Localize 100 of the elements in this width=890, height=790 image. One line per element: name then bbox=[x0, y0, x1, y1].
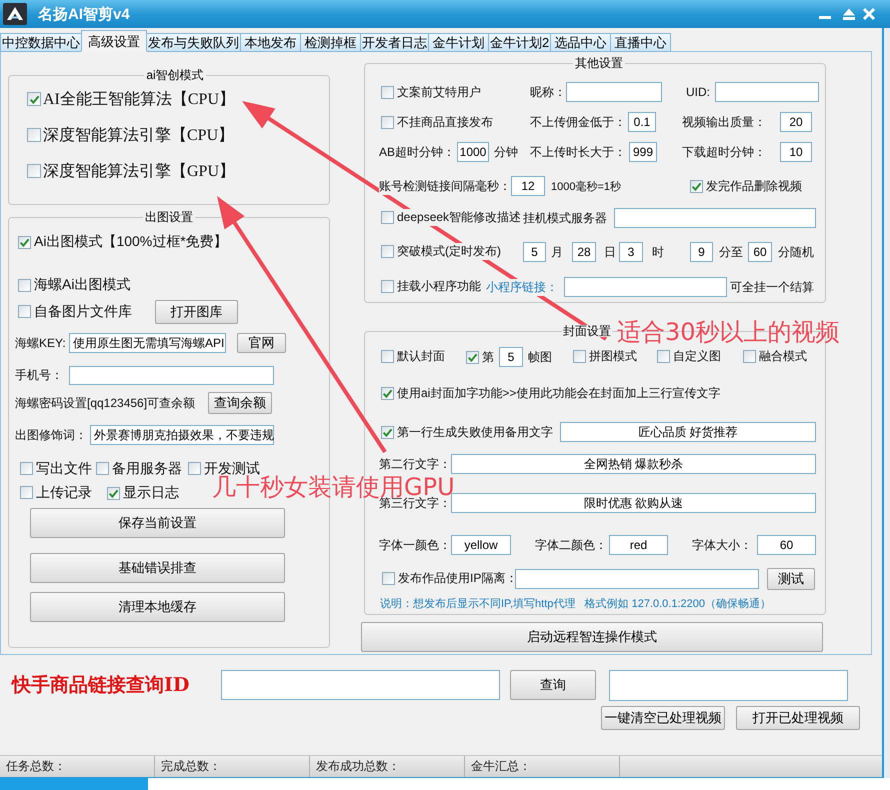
action-button[interactable]: 保存当前设置 bbox=[30, 508, 285, 538]
input-field[interactable]: 0.1 bbox=[628, 112, 656, 132]
tab[interactable]: 直播中心 bbox=[610, 33, 672, 52]
open-videos-button[interactable]: 打开已处理视频 bbox=[736, 706, 860, 730]
checkbox[interactable] bbox=[381, 280, 394, 293]
checkbox-label: 发布作品使用IP隔离： bbox=[398, 570, 518, 587]
input-field[interactable] bbox=[515, 569, 759, 589]
checkbox[interactable] bbox=[20, 486, 33, 500]
checkbox[interactable] bbox=[381, 86, 394, 98]
input-field[interactable]: 10 bbox=[780, 142, 812, 162]
input-field[interactable]: 5 bbox=[499, 347, 523, 367]
input-field[interactable]: 12 bbox=[511, 176, 545, 196]
tab[interactable]: 金牛计划2 bbox=[488, 33, 552, 52]
field-label: 视频输出质量： bbox=[682, 114, 767, 130]
field-label: 昵称： bbox=[530, 84, 566, 100]
group-title: 封面设置 bbox=[562, 325, 612, 337]
tab[interactable]: 开发者日志 bbox=[360, 33, 429, 52]
input-field[interactable] bbox=[566, 82, 662, 102]
checkbox[interactable] bbox=[382, 572, 395, 585]
field-label: 字体大小： bbox=[692, 536, 753, 554]
checkbox[interactable] bbox=[381, 245, 394, 258]
field-label: 不上传佣金低于： bbox=[530, 114, 626, 130]
checkbox[interactable] bbox=[466, 350, 479, 364]
eject-icon[interactable] bbox=[842, 7, 856, 21]
checkbox-label: 文案前艾特用户 bbox=[397, 84, 481, 100]
checkbox[interactable] bbox=[107, 486, 120, 500]
unit-label: 分钟 bbox=[494, 144, 518, 160]
input-field[interactable]: 全网热销 爆款秒杀 bbox=[451, 454, 816, 474]
checkbox-label: deepseek智能修改描述 bbox=[397, 209, 522, 226]
input-field[interactable] bbox=[221, 670, 500, 700]
note-text: 说明：想发布后显示不同IP,填写http代理 格式例如 127.0.0.1:2200（确保畅通） bbox=[380, 596, 772, 612]
action-button[interactable]: 清理本地缓存 bbox=[30, 592, 285, 622]
input-field[interactable] bbox=[564, 277, 727, 297]
checkbox[interactable] bbox=[381, 211, 394, 224]
checkbox[interactable] bbox=[743, 350, 756, 363]
checkbox[interactable] bbox=[18, 305, 31, 318]
open-library-button[interactable]: 打开图库 bbox=[155, 300, 238, 324]
group-title: 出图设置 bbox=[144, 211, 194, 223]
checkbox-label: 自备图片文件库 bbox=[34, 302, 132, 321]
checkbox[interactable] bbox=[18, 278, 31, 292]
checkbox-label: 突破模式(定时发布) bbox=[397, 243, 501, 260]
checkbox[interactable] bbox=[20, 462, 33, 476]
checkbox[interactable] bbox=[381, 426, 394, 438]
tab[interactable]: 检测掉框 bbox=[300, 33, 361, 52]
checkbox[interactable] bbox=[690, 180, 703, 192]
input-field[interactable]: 外景赛博朋克拍摄效果，不要违规 bbox=[90, 425, 274, 445]
input-field[interactable] bbox=[69, 366, 274, 384]
field-label: 字体一颜色： bbox=[379, 536, 451, 554]
field-label: 不上传时长大于： bbox=[530, 144, 626, 160]
checkbox[interactable] bbox=[188, 462, 201, 476]
tab[interactable]: 选品中心 bbox=[550, 33, 612, 52]
input-field[interactable]: 60 bbox=[757, 535, 816, 555]
input-field[interactable]: 5 bbox=[523, 242, 546, 262]
input-field[interactable]: 28 bbox=[572, 242, 596, 262]
close-icon[interactable] bbox=[862, 7, 876, 21]
field-label: 挂机模式服务器 bbox=[522, 210, 608, 226]
result-field[interactable] bbox=[609, 670, 848, 700]
tab[interactable]: 金牛计划 bbox=[428, 33, 489, 52]
checkbox[interactable] bbox=[573, 350, 586, 363]
input-field[interactable]: 匠心品质 好货推荐 bbox=[560, 422, 816, 442]
status-cell: 金牛汇总： bbox=[465, 756, 620, 777]
input-field[interactable]: 1000 bbox=[457, 142, 490, 162]
input-field[interactable]: 20 bbox=[780, 112, 812, 132]
remote-mode-button[interactable]: 启动远程智连操作模式 bbox=[361, 622, 823, 652]
balance-button[interactable]: 查询余额 bbox=[208, 392, 272, 414]
input-field[interactable]: 999 bbox=[629, 142, 657, 162]
tab[interactable]: 发布与失败队列 bbox=[146, 33, 241, 52]
checkbox[interactable] bbox=[381, 116, 394, 128]
checkbox-label: 备用服务器 bbox=[112, 460, 182, 478]
input-field[interactable]: 限时优惠 欲购从速 bbox=[451, 493, 816, 513]
checkbox-label: AI全能王智能算法【CPU】 bbox=[43, 90, 236, 110]
input-field[interactable] bbox=[614, 208, 816, 228]
checkbox[interactable] bbox=[18, 236, 31, 248]
clear-videos-button[interactable]: 一键清空已处理视频 bbox=[601, 706, 725, 730]
status-cell: 任务总数： bbox=[0, 756, 155, 777]
checkbox[interactable] bbox=[27, 128, 41, 142]
website-button[interactable]: 官网 bbox=[237, 333, 286, 353]
input-field[interactable]: 3 bbox=[619, 242, 643, 262]
tab[interactable]: 高级设置 bbox=[81, 30, 147, 52]
checkbox-label: 融合模式 bbox=[759, 348, 807, 365]
status-cell: 发布成功总数： bbox=[310, 756, 465, 777]
checkbox[interactable] bbox=[657, 350, 670, 363]
test-button[interactable]: 测试 bbox=[767, 568, 815, 590]
checkbox[interactable] bbox=[381, 350, 394, 363]
input-field[interactable]: yellow bbox=[451, 535, 511, 555]
input-field[interactable]: 60 bbox=[748, 242, 772, 262]
checkbox[interactable] bbox=[381, 386, 394, 400]
action-button[interactable]: 基础错误排查 bbox=[30, 553, 285, 583]
group-title: ai智创模式 bbox=[145, 69, 205, 81]
checkbox[interactable] bbox=[96, 462, 109, 476]
checkbox[interactable] bbox=[27, 92, 41, 106]
checkbox[interactable] bbox=[27, 164, 41, 178]
input-field[interactable]: 9 bbox=[690, 242, 713, 262]
input-field[interactable] bbox=[715, 82, 819, 102]
input-field[interactable]: 使用原生图无需填写海螺API bbox=[69, 333, 226, 353]
input-field[interactable]: red bbox=[609, 535, 668, 555]
query-button[interactable]: 查询 bbox=[510, 670, 596, 700]
tab[interactable]: 本地发布 bbox=[240, 33, 301, 52]
unit-label: 分随机 bbox=[778, 244, 814, 260]
tab[interactable]: 中控数据中心 bbox=[0, 33, 82, 52]
